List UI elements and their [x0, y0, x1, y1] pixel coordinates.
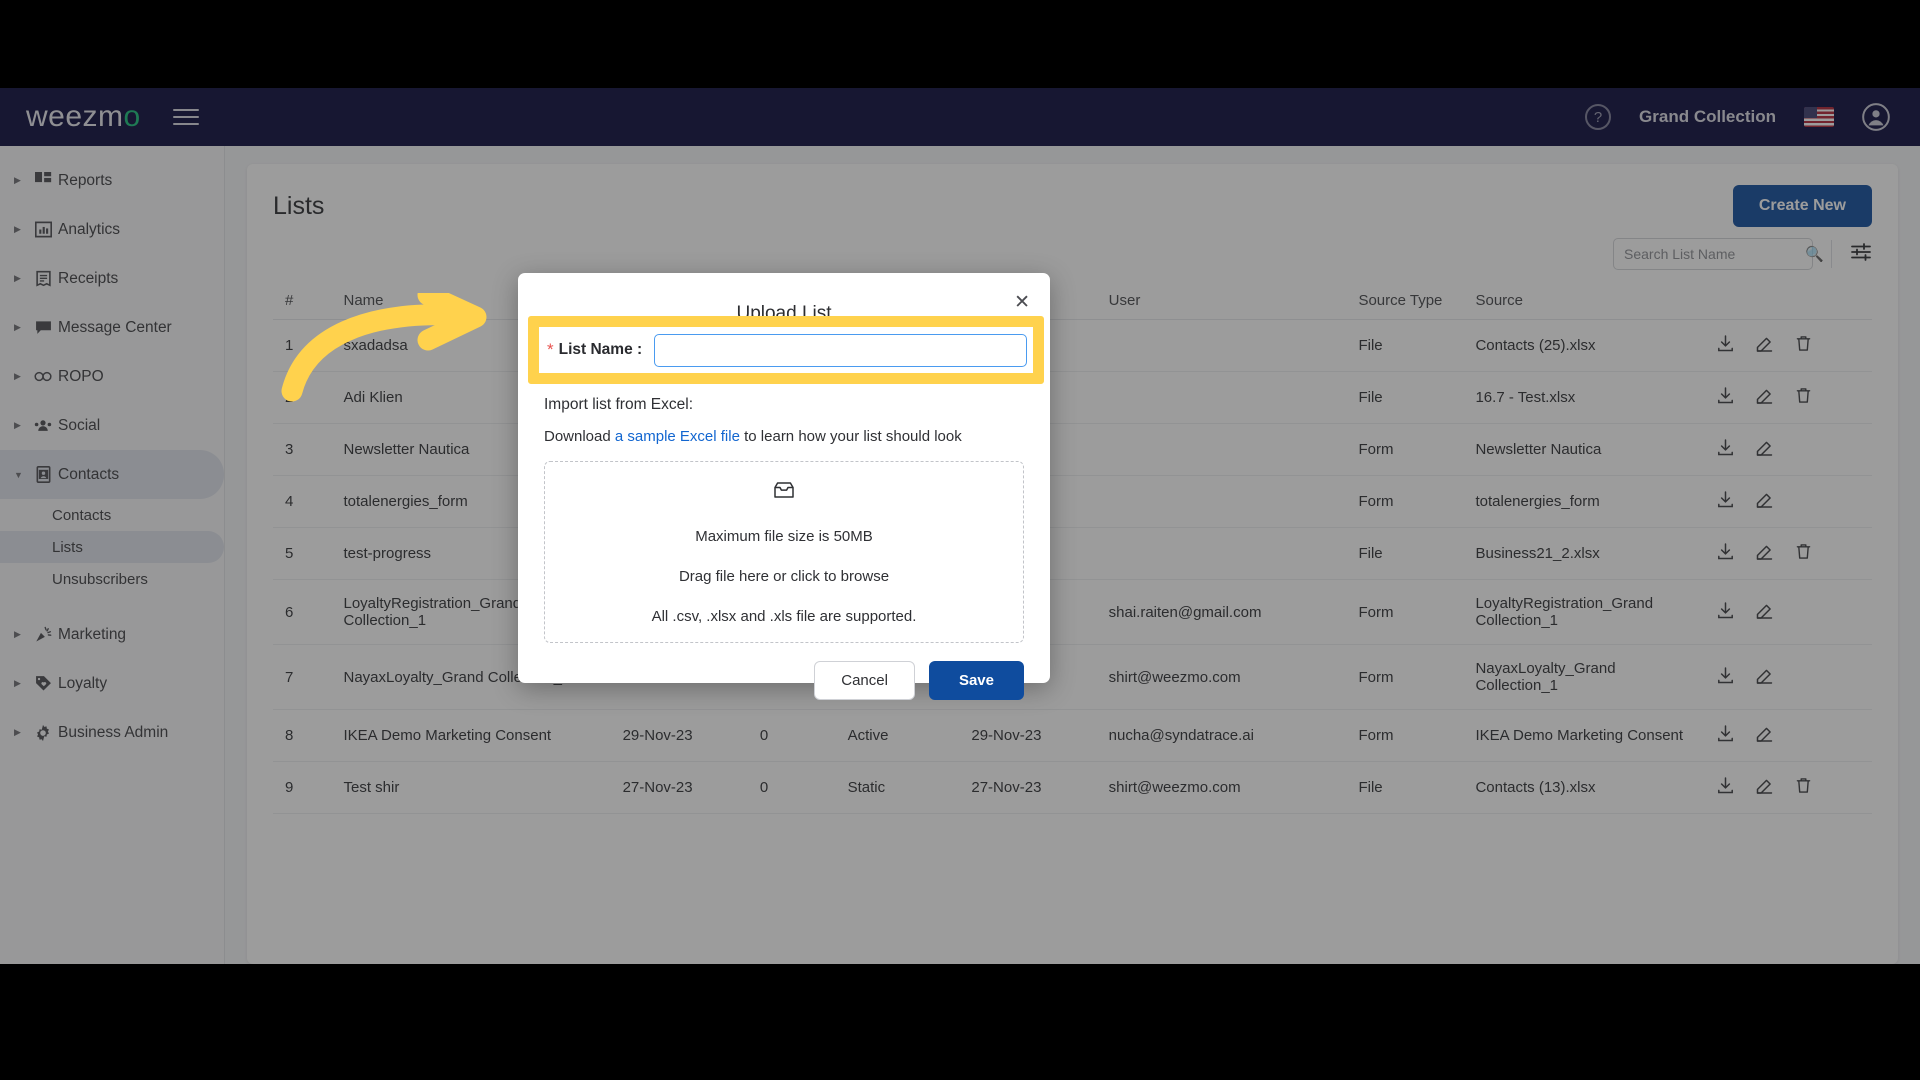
file-dropzone[interactable]: Maximum file size is 50MB Drag file here… — [544, 461, 1024, 643]
list-name-label-highlight: List Name : — [558, 341, 643, 358]
required-marker-highlight: * — [547, 340, 554, 359]
close-icon[interactable]: ✕ — [1014, 293, 1030, 312]
sample-excel-file-link[interactable]: a sample Excel file — [615, 428, 740, 445]
hint-prefix: Download — [544, 428, 615, 445]
hint-suffix: to learn how your list should look — [739, 428, 962, 445]
dropzone-max-size-text: Maximum file size is 50MB — [695, 527, 873, 545]
dropzone-drag-text: Drag file here or click to browse — [678, 567, 890, 585]
dropzone-formats-text: All .csv, .xlsx and .xls file are suppor… — [651, 607, 917, 625]
highlighted-list-name-field: * List Name : — [539, 327, 1033, 373]
list-name-input-focused[interactable] — [654, 333, 1027, 367]
modal-action-buttons: Cancel Save — [544, 661, 1024, 700]
inbox-tray-icon — [773, 480, 795, 505]
application-root: weezm o ? Grand Collection ▶ Reports ▶ A… — [0, 88, 1920, 964]
save-button[interactable]: Save — [928, 661, 1024, 700]
cancel-button[interactable]: Cancel — [814, 661, 915, 700]
sample-file-hint: Download a sample Excel file to learn ho… — [544, 428, 1024, 445]
import-section-heading: Import list from Excel: — [544, 396, 693, 413]
